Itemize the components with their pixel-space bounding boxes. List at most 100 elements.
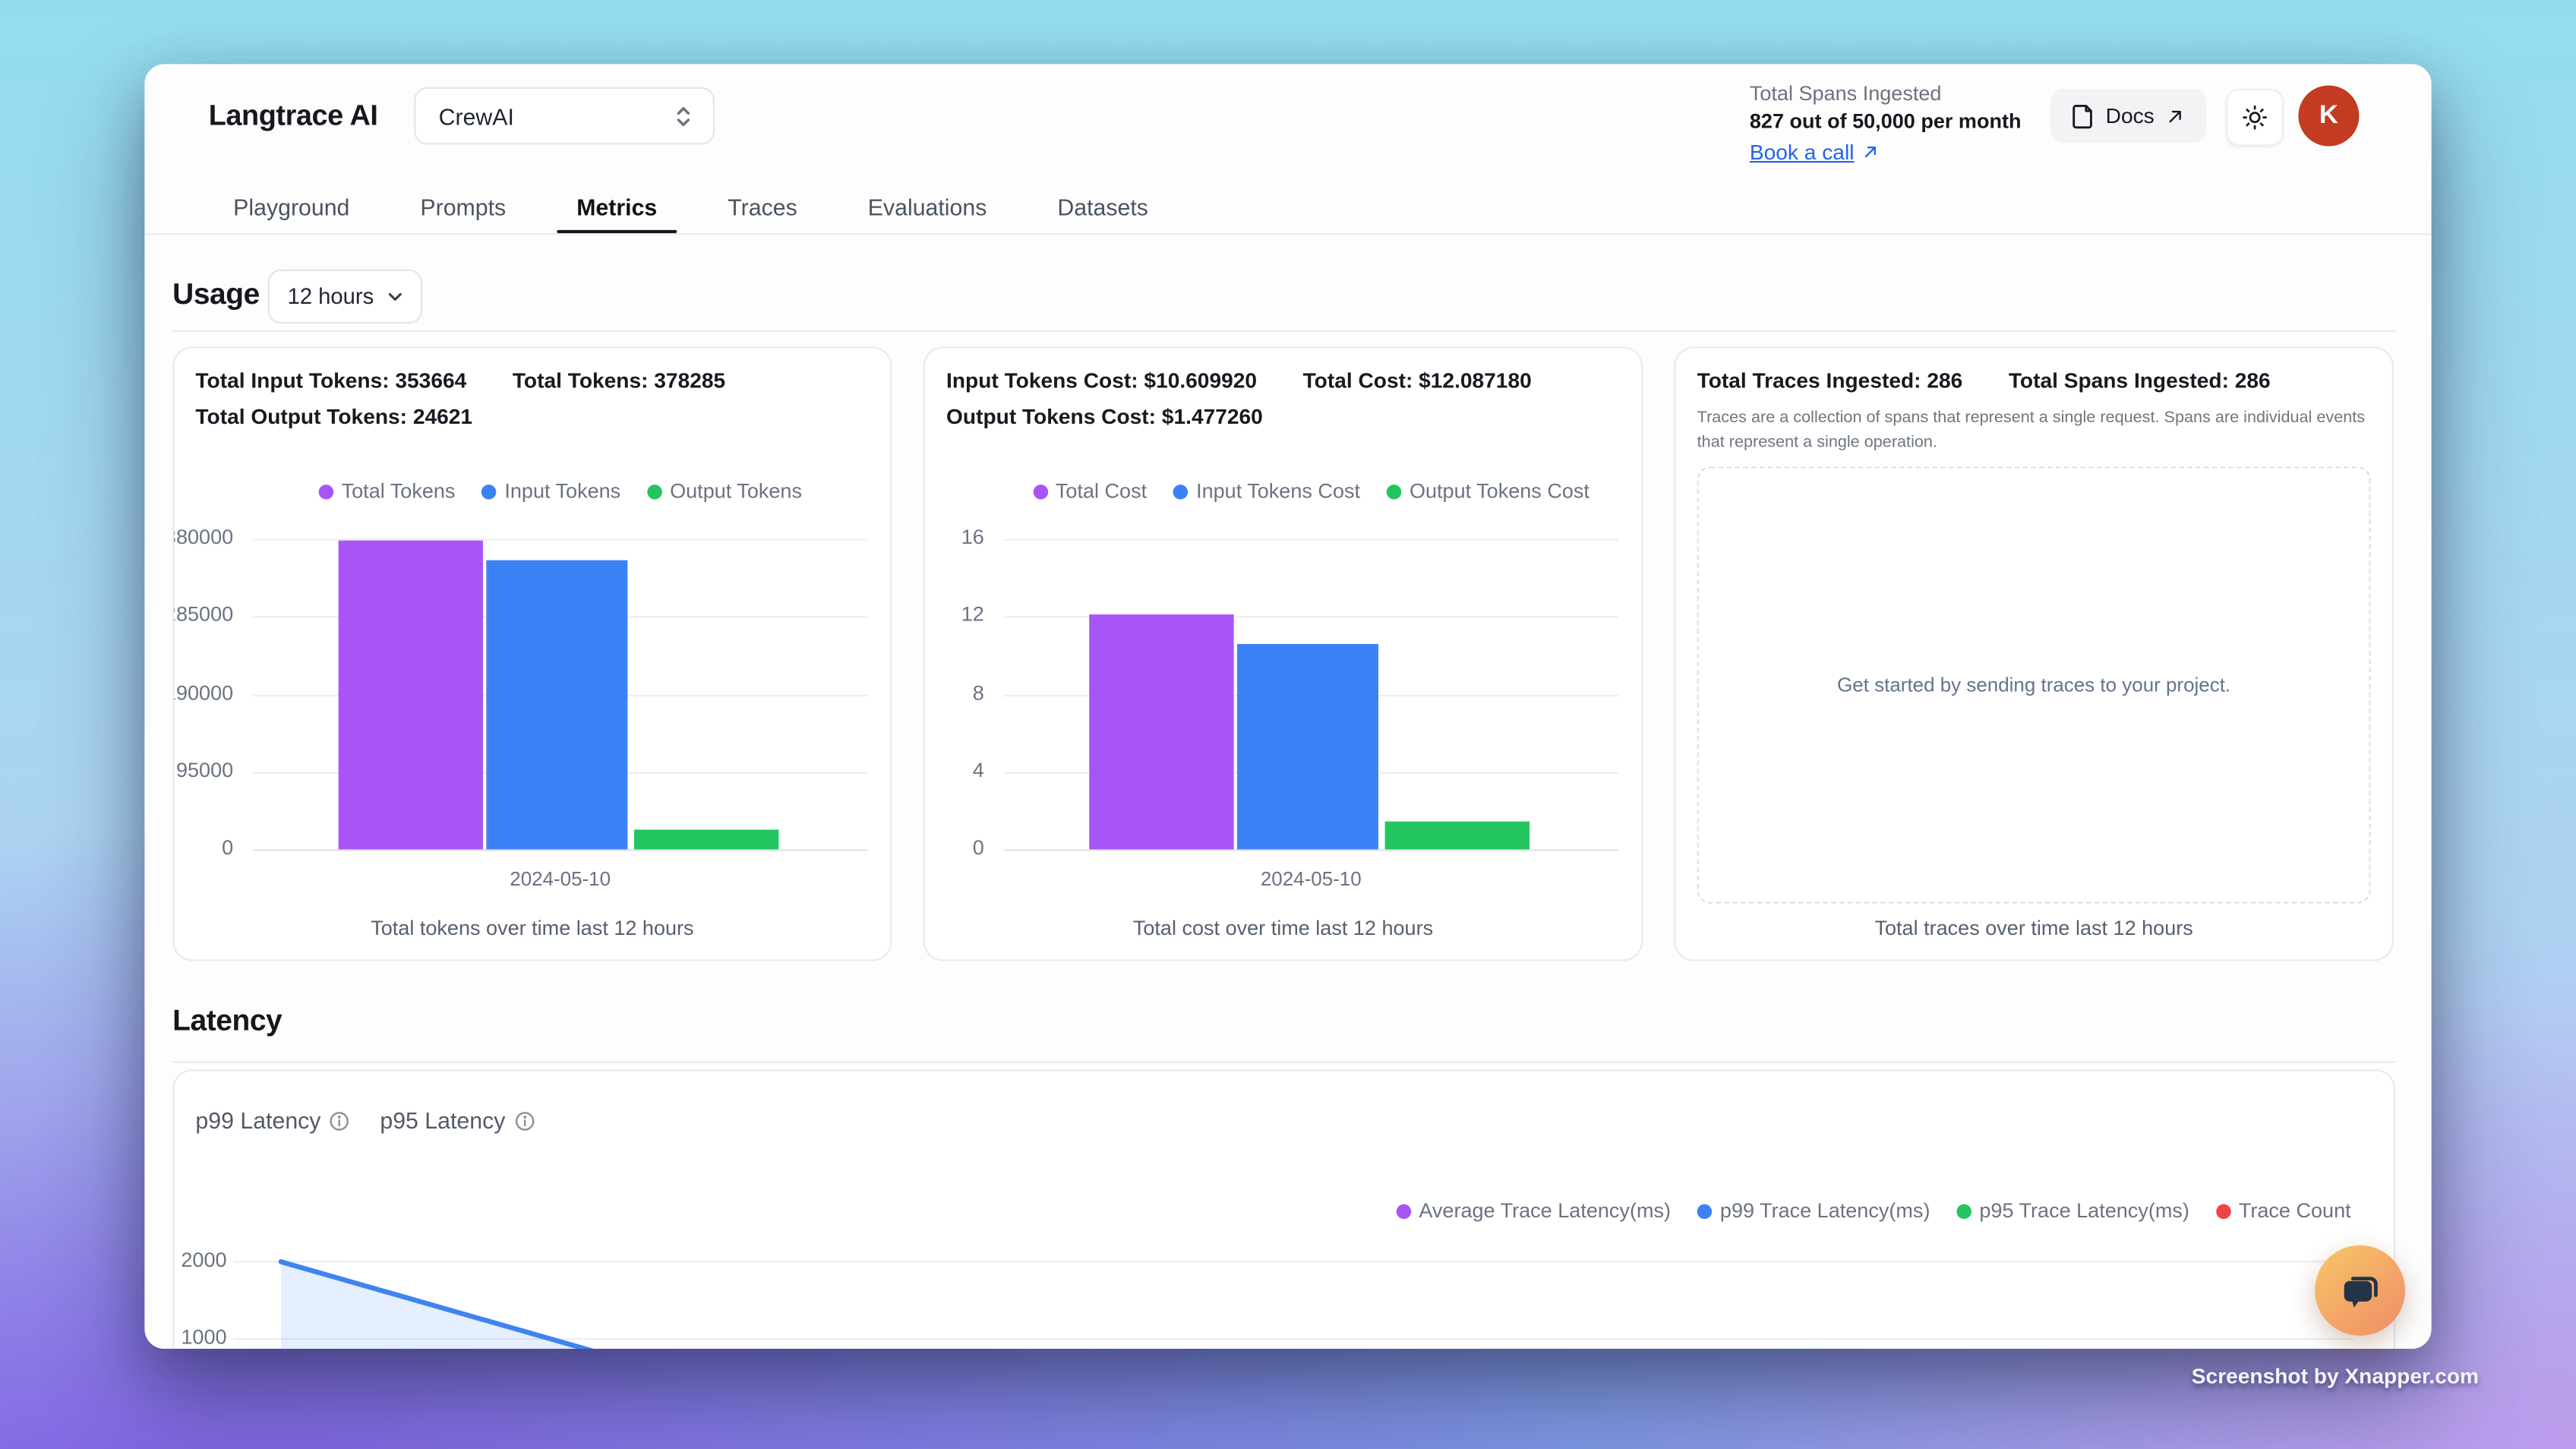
latency-area-fill: [281, 1261, 700, 1349]
chevron-up-down-icon: [674, 103, 693, 129]
y-axis-tick-16: 16: [923, 526, 984, 548]
x-axis-label: 2024-05-10: [253, 867, 867, 890]
docs-button[interactable]: Docs: [2050, 89, 2207, 143]
legend-label: p95 Trace Latency(ms): [1979, 1199, 2189, 1222]
main-nav: Playground Prompts Metrics Traces Evalua…: [233, 179, 1148, 233]
p99-latency-label: p99 Latency: [195, 1107, 320, 1134]
legend-dot: [1387, 484, 1401, 498]
legend-item-output-tokens-cost: Output Tokens Cost: [1387, 480, 1589, 503]
plot: [253, 527, 867, 849]
legend-item-trace-count: Trace Count: [2216, 1199, 2351, 1222]
y-axis-tick-4: 4: [923, 759, 984, 781]
tab-evaluations[interactable]: Evaluations: [868, 179, 987, 233]
y-axis-tick-285000: 285000: [172, 603, 233, 626]
tab-prompts[interactable]: Prompts: [420, 179, 506, 233]
legend-dot: [318, 484, 333, 498]
legend-item-total-tokens: Total Tokens: [318, 480, 455, 503]
info-icon[interactable]: [513, 1110, 535, 1131]
legend-dot: [481, 484, 496, 498]
y-axis-tick-0: 0: [923, 836, 984, 859]
latency-metric-labels: p99 Latency p95 Latency: [195, 1107, 535, 1134]
traces-card: Total Traces Ingested: 286 Total Spans I…: [1674, 346, 2394, 961]
bar-total-cost: [1089, 615, 1233, 850]
legend-item-input-tokens-cost: Input Tokens Cost: [1173, 480, 1360, 503]
docs-button-label: Docs: [2106, 103, 2155, 128]
brand-logo: Langtrace AI: [209, 99, 378, 133]
legend-item-input-tokens: Input Tokens: [481, 480, 620, 503]
legend-label: Output Tokens: [670, 480, 802, 503]
legend-item-p95-trace-latency-ms: p95 Trace Latency(ms): [1956, 1199, 2189, 1222]
legend-label: Input Tokens: [504, 480, 620, 503]
gridline-0: [1004, 849, 1618, 851]
latency-divider: [172, 1061, 2395, 1062]
output-tokens-cost-stat: Output Tokens Cost: $1.477260: [946, 404, 1263, 428]
legend-item-total-cost: Total Cost: [1033, 480, 1148, 503]
chat-widget-button[interactable]: [2315, 1245, 2405, 1336]
input-tokens-cost-stat: Input Tokens Cost: $10.609920: [946, 368, 1257, 393]
bar-input-tokens-cost: [1237, 643, 1378, 849]
tab-metrics[interactable]: Metrics: [576, 179, 657, 233]
project-selector-value: CrewAI: [439, 103, 674, 129]
bar-output-tokens-cost: [1385, 821, 1530, 850]
legend-label: Trace Count: [2239, 1199, 2351, 1222]
latency-y-tick-1000: 1000: [158, 1326, 227, 1349]
y-axis-tick-95000: 95000: [172, 759, 233, 781]
book-a-call-label: Book a call: [1750, 140, 1855, 164]
legend-dot: [1173, 484, 1188, 498]
x-axis-label: 2024-05-10: [1004, 867, 1618, 890]
theme-toggle-button[interactable]: [2226, 89, 2284, 147]
traces-stats-row: Total Traces Ingested: 286 Total Spans I…: [1697, 368, 2271, 393]
chat-bubbles-icon: [2338, 1268, 2382, 1312]
document-icon: [2071, 103, 2094, 129]
legend-label: Total Tokens: [342, 480, 456, 503]
time-range-value: 12 hours: [288, 284, 374, 308]
cost-stats-row2: Output Tokens Cost: $1.477260: [946, 404, 1263, 428]
y-axis-tick-12: 12: [923, 603, 984, 626]
chart-caption: Total tokens over time last 12 hours: [174, 917, 890, 939]
latency-legend: Average Trace Latency(ms)p99 Trace Laten…: [1396, 1199, 2351, 1222]
legend-dot: [1956, 1204, 1971, 1218]
latency-y-tick-2000: 2000: [158, 1249, 227, 1271]
gridline-16: [1004, 539, 1618, 541]
p95-latency-label: p95 Latency: [380, 1107, 505, 1134]
plot: [1004, 527, 1618, 849]
y-axis-tick-0: 0: [172, 836, 233, 859]
total-tokens-stat: Total Tokens: 378285: [513, 368, 725, 393]
tokens-card: Total Input Tokens: 353664 Total Tokens:…: [172, 346, 892, 961]
legend-dot: [1697, 1204, 1712, 1218]
desktop-background: Langtrace AI CrewAI Total Spans Ingested…: [0, 0, 2576, 1449]
legend-label: Total Cost: [1056, 480, 1147, 503]
total-cost-stat: Total Cost: $12.087180: [1303, 368, 1532, 393]
usage-section-title: Usage: [172, 278, 260, 312]
avatar-initial: K: [2319, 101, 2338, 131]
tab-playground[interactable]: Playground: [233, 179, 349, 233]
tab-traces[interactable]: Traces: [728, 179, 797, 233]
legend-label: Output Tokens Cost: [1410, 480, 1589, 503]
time-range-select[interactable]: 12 hours: [268, 270, 421, 324]
latency-section-title: Latency: [172, 1004, 282, 1038]
project-selector[interactable]: CrewAI: [414, 87, 715, 145]
y-axis-tick-380000: 380000: [172, 526, 233, 548]
chevron-down-icon: [385, 288, 403, 306]
legend-dot: [2216, 1204, 2230, 1218]
tokens-stats-row2: Total Output Tokens: 24621: [195, 404, 472, 428]
book-a-call-link[interactable]: Book a call: [1750, 140, 2193, 164]
gridline-0: [253, 849, 867, 851]
p99-latency-label-group: p99 Latency: [195, 1107, 350, 1134]
user-avatar[interactable]: K: [2298, 85, 2359, 146]
bar-input-tokens: [486, 560, 627, 849]
info-icon[interactable]: [329, 1110, 350, 1131]
total-input-tokens-stat: Total Input Tokens: 353664: [195, 368, 466, 393]
legend-dot: [647, 484, 661, 498]
chart-legend: Total Cost Input Tokens Cost Output Tokens…: [1004, 480, 1618, 503]
header-divider: [144, 233, 2431, 235]
total-traces-ingested-stat: Total Traces Ingested: 286: [1697, 368, 1963, 393]
cost-stats-row1: Input Tokens Cost: $10.609920 Total Cost…: [946, 368, 1532, 393]
p95-latency-label-group: p95 Latency: [380, 1107, 535, 1134]
traces-empty-state: Get started by sending traces to your pr…: [1697, 466, 2371, 903]
tokens-stats-row1: Total Input Tokens: 353664 Total Tokens:…: [195, 368, 725, 393]
legend-item-average-trace-latency-ms: Average Trace Latency(ms): [1396, 1199, 1671, 1222]
y-axis-tick-8: 8: [923, 681, 984, 704]
chart-caption: Total cost over time last 12 hours: [925, 917, 1641, 939]
tab-datasets[interactable]: Datasets: [1057, 179, 1148, 233]
